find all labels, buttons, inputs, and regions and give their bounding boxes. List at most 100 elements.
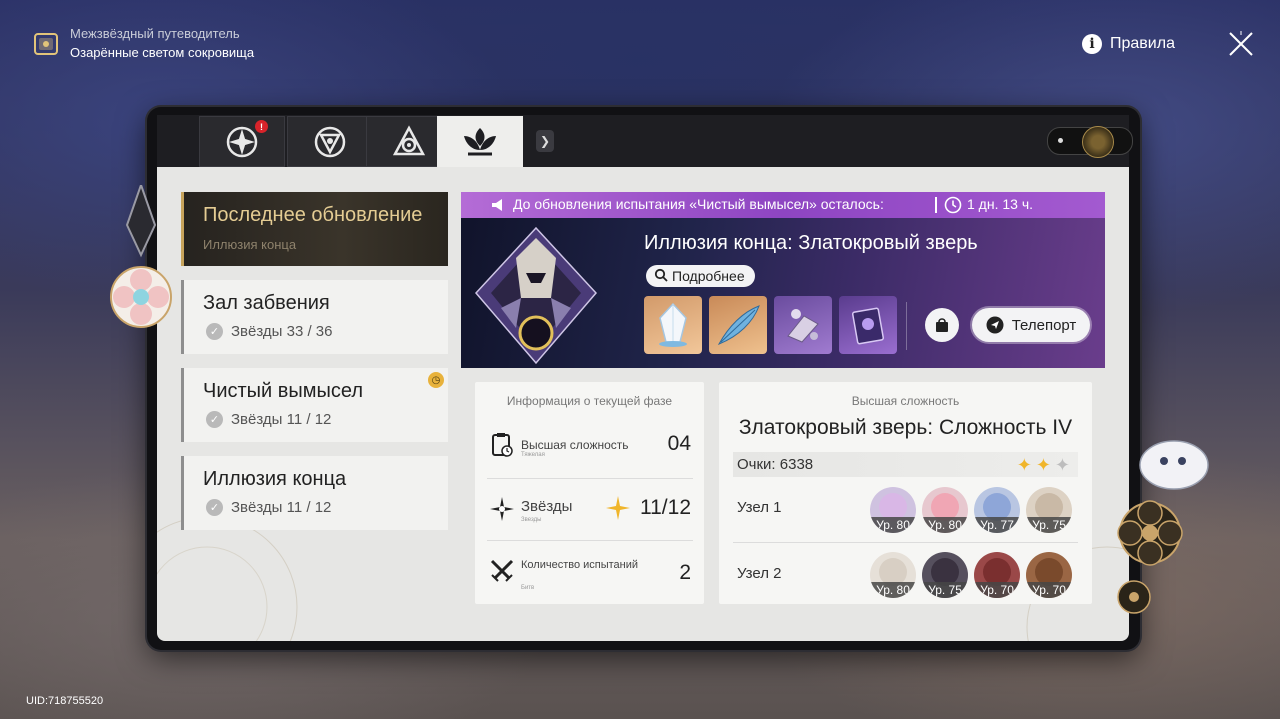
boss-title: Иллюзия конца: Златокровый зверь — [644, 232, 978, 254]
star-gold-icon — [605, 495, 631, 526]
star-empty-icon: ✦ — [1054, 455, 1070, 475]
info-icon: i — [1082, 34, 1102, 54]
boss-portrait — [474, 226, 598, 365]
reward-book[interactable] — [839, 296, 897, 354]
rules-button[interactable]: i Правила — [1082, 33, 1175, 55]
feather-reward-icon — [717, 305, 760, 345]
alert-badge: ! — [255, 120, 268, 133]
material-reward-icon — [787, 309, 819, 343]
compass-star-icon — [490, 497, 514, 521]
score-bar: Очки: 6338 ✦ ✦ ✦ — [733, 452, 1078, 477]
tab-emblem-1[interactable]: ! — [199, 116, 285, 167]
timer-badge-icon: ◷ — [428, 372, 444, 388]
stat-sublabel: Звезды — [521, 517, 542, 523]
node-1-row: Узел 1 Ур. 80 Ур. 80 Ур. 77 Ур. 75 — [733, 482, 1078, 538]
stat-sublabel: Тяжелая — [521, 452, 545, 458]
top-difficulty-header: Высшая сложность — [851, 394, 960, 408]
stat-label: Высшая сложность — [521, 438, 629, 452]
shopping-bag-icon — [936, 318, 948, 332]
crossed-swords-icon — [490, 559, 514, 582]
reward-material[interactable] — [774, 296, 832, 354]
avatar-level: Ур. 80 — [870, 582, 916, 598]
avatar-level: Ур. 75 — [922, 582, 968, 598]
details-button[interactable]: Подробнее — [646, 265, 755, 287]
avatar[interactable]: Ур. 80 — [870, 487, 916, 533]
sidebar-item-subtitle: Иллюзия конца — [203, 237, 297, 252]
stat-top-difficulty: Высшая сложность Тяжелая 04 — [487, 420, 693, 470]
sidebar-item-stars: ✓ Звёзды 11 / 12 — [206, 499, 331, 516]
stars-text: Звёзды 11 / 12 — [231, 411, 332, 428]
details-label: Подробнее — [672, 268, 745, 284]
score-stars: ✦ ✦ ✦ — [1017, 455, 1070, 476]
user-id: UID:718755520 — [26, 695, 104, 707]
avatar[interactable]: Ур. 75 — [1026, 487, 1072, 533]
teleport-label: Телепорт — [1011, 316, 1077, 334]
avatar[interactable]: Ур. 80 — [870, 552, 916, 598]
crystal-reward-icon — [659, 302, 687, 347]
close-button[interactable] — [1226, 29, 1256, 59]
reward-feather[interactable] — [709, 296, 767, 354]
guidebook-icon — [30, 28, 62, 60]
top-difficulty-card: Высшая сложность Златокровый зверь: Слож… — [719, 382, 1092, 604]
update-notice-text: До обновления испытания «Чистый вымысел»… — [513, 196, 884, 212]
node-2-row: Узел 2 Ур. 80 Ур. 75 Ур. 70 Ур. 70 — [733, 542, 1078, 603]
avatar[interactable]: Ур. 80 — [922, 487, 968, 533]
stat-value: 2 — [679, 561, 691, 584]
tab-emblem-2-icon — [314, 126, 346, 157]
teleport-button[interactable]: Телепорт — [972, 308, 1090, 342]
stars-text: Звёзды 33 / 36 — [231, 323, 333, 340]
top-bar: Межзвёздный путеводитель Озарённые свето… — [0, 0, 1280, 80]
sidebar-item-latest-update[interactable]: Последнее обновление Иллюзия конца — [181, 192, 448, 266]
search-icon — [654, 268, 668, 285]
phase-info-card: Информация о текущей фазе Высшая сложнос… — [475, 382, 704, 604]
reward-divider — [906, 302, 907, 350]
sidebar-item-title: Чистый вымысел — [203, 380, 364, 402]
guide-title: Межзвёздный путеводитель — [70, 26, 240, 41]
check-icon: ✓ — [206, 411, 223, 428]
close-icon — [1229, 31, 1253, 56]
time-left: 1 дн. 13 ч. — [967, 196, 1034, 212]
tab-emblem-4[interactable] — [437, 116, 523, 168]
phase-info-header: Информация о текущей фазе — [506, 394, 673, 408]
stat-label: Звёзды — [521, 498, 573, 515]
sidebar-item-stars: ✓ Звёзды 11 / 12 — [206, 411, 331, 428]
stat-value: 04 — [667, 432, 691, 455]
avatar[interactable]: Ур. 75 — [922, 552, 968, 598]
stat-sublabel: Битв — [521, 585, 535, 591]
stat-stars: Звёзды Звезды 11/12 — [487, 478, 693, 541]
node-label: Узел 1 — [737, 499, 782, 516]
left-ornament — [105, 181, 177, 335]
avatar[interactable]: Ур. 70 — [1026, 552, 1072, 598]
check-icon: ✓ — [206, 499, 223, 516]
notice-divider — [935, 197, 937, 213]
avatar[interactable]: Ур. 77 — [974, 487, 1020, 533]
shop-button[interactable] — [925, 308, 959, 342]
star-filled-icon: ✦ — [1035, 455, 1051, 475]
stars-text: Звёзды 11 / 12 — [231, 499, 332, 516]
node-label: Узел 2 — [737, 565, 782, 582]
update-notice-bar: До обновления испытания «Чистый вымысел»… — [461, 192, 1105, 218]
sidebar-item-apocalyptic-shadow[interactable]: Иллюзия конца ✓ Звёзды 11 / 12 — [181, 456, 448, 530]
sidebar-item-title: Иллюзия конца — [203, 468, 347, 490]
chevron-right-icon: ❯ — [539, 134, 551, 148]
tab-emblem-4-icon — [464, 128, 496, 156]
navigation-arrow-icon — [986, 316, 1004, 334]
boss-banner: До обновления испытания «Чистый вымысел»… — [461, 192, 1105, 368]
stat-challenges: Количество испытаний Битв 2 — [487, 540, 693, 599]
emblem-icon — [1082, 126, 1114, 158]
sidebar-item-title: Зал забвения — [203, 292, 330, 314]
sidebar-item-pure-fiction[interactable]: Чистый вымысел ✓ Звёзды 11 / 12 ◷ — [181, 368, 448, 442]
avatar-level: Ур. 75 — [1026, 517, 1072, 533]
tab-next-arrow[interactable]: ❯ — [536, 130, 554, 152]
avatar[interactable]: Ур. 70 — [974, 552, 1020, 598]
avatar-level: Ур. 80 — [922, 517, 968, 533]
reward-crystal[interactable] — [644, 296, 702, 354]
rules-label: Правила — [1110, 35, 1175, 52]
clipboard-icon — [492, 433, 513, 457]
sidebar-item-forgotten-hall[interactable]: Зал забвения ✓ Звёзды 33 / 36 — [181, 280, 448, 354]
avatar-level: Ур. 70 — [974, 582, 1020, 598]
tab-emblem-2[interactable] — [287, 116, 373, 167]
megaphone-icon — [492, 199, 502, 211]
currency-pill[interactable] — [1047, 126, 1133, 158]
avatar-level: Ур. 80 — [870, 517, 916, 533]
